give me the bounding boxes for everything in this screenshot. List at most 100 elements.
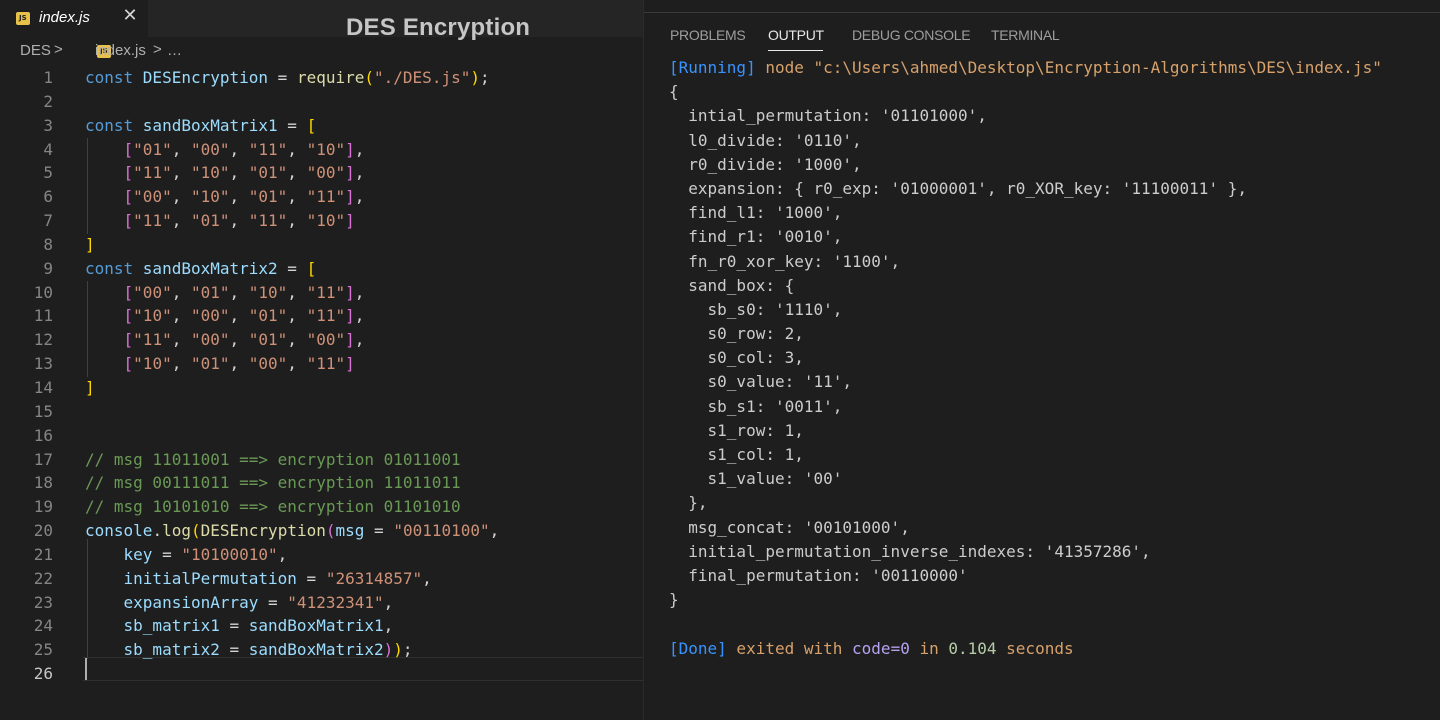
breadcrumb-folder[interactable]: DES: [20, 42, 51, 59]
code-line[interactable]: 23 expansionArray = "41232341",: [0, 591, 643, 615]
code-text: console.log(DESEncryption(msg = "0011010…: [85, 519, 499, 543]
code-line[interactable]: 13 ["10", "01", "00", "11"]: [0, 352, 643, 376]
output-line: s0_row: 2,: [669, 322, 1382, 346]
code-token: "00": [133, 282, 172, 302]
close-icon[interactable]: ✕: [120, 5, 140, 27]
code-line[interactable]: 19 // msg 10101010 ==> encryption 0110101…: [0, 495, 643, 519]
code-token: ,: [354, 306, 365, 326]
code-token: "00110100": [393, 521, 490, 541]
code-token: const: [85, 68, 143, 87]
code-line[interactable]: 15: [0, 400, 643, 424]
code-line[interactable]: 4 ["01", "00", "11", "10"],: [0, 138, 643, 162]
code-token: "11": [133, 211, 172, 231]
code-line[interactable]: 20 console.log(DESEncryption(msg = "00110…: [0, 519, 643, 543]
code-line[interactable]: 14]: [0, 376, 643, 400]
code-line[interactable]: 25 sb_matrix2 = sandBoxMatrix2));: [0, 638, 643, 662]
breadcrumb-file[interactable]: index.js: [95, 42, 146, 59]
code-token: "00": [190, 306, 230, 326]
code-line[interactable]: 26: [0, 662, 643, 686]
code-line[interactable]: 1 const DESEncryption = require("./DES.js…: [0, 66, 643, 90]
js-file-icon: [16, 12, 30, 25]
code-line[interactable]: 3 const sandBoxMatrix1 = [: [0, 114, 643, 138]
code-token: (: [190, 521, 201, 541]
code-token: ,: [354, 282, 365, 302]
line-number: 23: [33, 592, 53, 612]
tab-terminal[interactable]: TERMINAL: [991, 27, 1060, 43]
code-token: ,: [287, 282, 307, 302]
code-token: ,: [171, 187, 191, 207]
code-line[interactable]: 12 ["11", "00", "01", "00"],: [0, 328, 643, 352]
code-line[interactable]: 6 ["00", "10", "01", "11"],: [0, 185, 643, 209]
code-token: ,: [171, 163, 191, 183]
code-editor[interactable]: index.js ✕ DES Encryption DES > index.js…: [0, 0, 643, 720]
line-number: 13: [33, 354, 53, 374]
code-line[interactable]: 22 initialPermutation = "26314857",: [0, 567, 643, 591]
code-token: console: [85, 521, 153, 541]
code-token: ,: [277, 544, 288, 564]
code-token: // msg 00111011 ==> encryption 11011011: [85, 473, 461, 493]
code-token: =: [277, 258, 307, 278]
code-line[interactable]: 17 // msg 11011001 ==> encryption 0101100…: [0, 448, 643, 472]
output-line: find_l1: '1000',: [669, 201, 1382, 225]
code-line[interactable]: 8]: [0, 233, 643, 257]
output-line: initial_permutation_inverse_indexes: '41…: [669, 540, 1382, 564]
code-text: const DESEncryption = require("./DES.js"…: [85, 66, 490, 90]
code-token: ,: [171, 306, 191, 326]
code-line[interactable]: 5 ["11", "10", "01", "00"],: [0, 161, 643, 185]
chevron-right-icon: >: [153, 41, 162, 58]
code-token: "10100010": [181, 544, 278, 564]
code-token: "11": [306, 354, 346, 374]
tab-problems[interactable]: PROBLEMS: [670, 27, 746, 43]
line-number: 22: [33, 568, 53, 588]
code-token: [: [123, 354, 134, 374]
tab-debug-console[interactable]: DEBUG CONSOLE: [852, 27, 971, 43]
code-text: ["01", "00", "11", "10"],: [85, 138, 365, 162]
code-token: [: [123, 282, 134, 302]
code-token: ,: [354, 330, 365, 350]
code-line[interactable]: 21 key = "10100010",: [0, 543, 643, 567]
code-token: "10": [190, 163, 230, 183]
code-line[interactable]: 9 const sandBoxMatrix2 = [: [0, 257, 643, 281]
breadcrumb-more[interactable]: …: [167, 42, 182, 59]
output-token: s1_row: 1,: [669, 420, 804, 440]
tab-output[interactable]: OUTPUT: [768, 27, 824, 43]
code-line[interactable]: 18 // msg 00111011 ==> encryption 1101101…: [0, 471, 643, 495]
line-number: 19: [33, 497, 53, 517]
code-line[interactable]: 10 ["00", "01", "10", "11"],: [0, 281, 643, 305]
output-line: }: [669, 588, 1382, 612]
output-token: exited with: [726, 638, 853, 658]
code-line[interactable]: 11 ["10", "00", "01", "11"],: [0, 304, 643, 328]
code-token: ,: [229, 139, 249, 159]
output-line: expansion: { r0_exp: '01000001', r0_XOR_…: [669, 177, 1382, 201]
output-token: r0_divide: '1000',: [669, 154, 862, 174]
line-number: 17: [33, 449, 53, 469]
code-token: "10": [306, 211, 346, 231]
code-text: sb_matrix2 = sandBoxMatrix2));: [85, 638, 413, 662]
code-token: "11": [248, 139, 288, 159]
code-line[interactable]: 7 ["11", "01", "11", "10"]: [0, 209, 643, 233]
code-token: "10": [306, 139, 346, 159]
code-token: "01": [248, 330, 288, 350]
output-line: s1_col: 1,: [669, 443, 1382, 467]
code-line[interactable]: 16: [0, 424, 643, 448]
code-line[interactable]: 2: [0, 90, 643, 114]
output-line: find_r1: '0010',: [669, 225, 1382, 249]
line-number: 15: [33, 401, 53, 421]
output-token: {: [669, 82, 679, 102]
code-token: ]: [345, 163, 355, 183]
output-token: sb_s0: '1110',: [669, 299, 843, 319]
code-token: "11": [306, 187, 346, 207]
output-line: sand_box: {: [669, 274, 1382, 298]
code-area[interactable]: 1 const DESEncryption = require("./DES.js…: [0, 66, 643, 686]
code-token: ,: [287, 139, 307, 159]
output-line: {: [669, 80, 1382, 104]
code-line[interactable]: 24 sb_matrix1 = sandBoxMatrix1,: [0, 614, 643, 638]
code-token: require: [296, 68, 365, 87]
code-token: ,: [383, 592, 394, 612]
output-token: s0_value: '11',: [669, 372, 853, 392]
tab-index-js[interactable]: index.js ✕: [0, 0, 148, 37]
